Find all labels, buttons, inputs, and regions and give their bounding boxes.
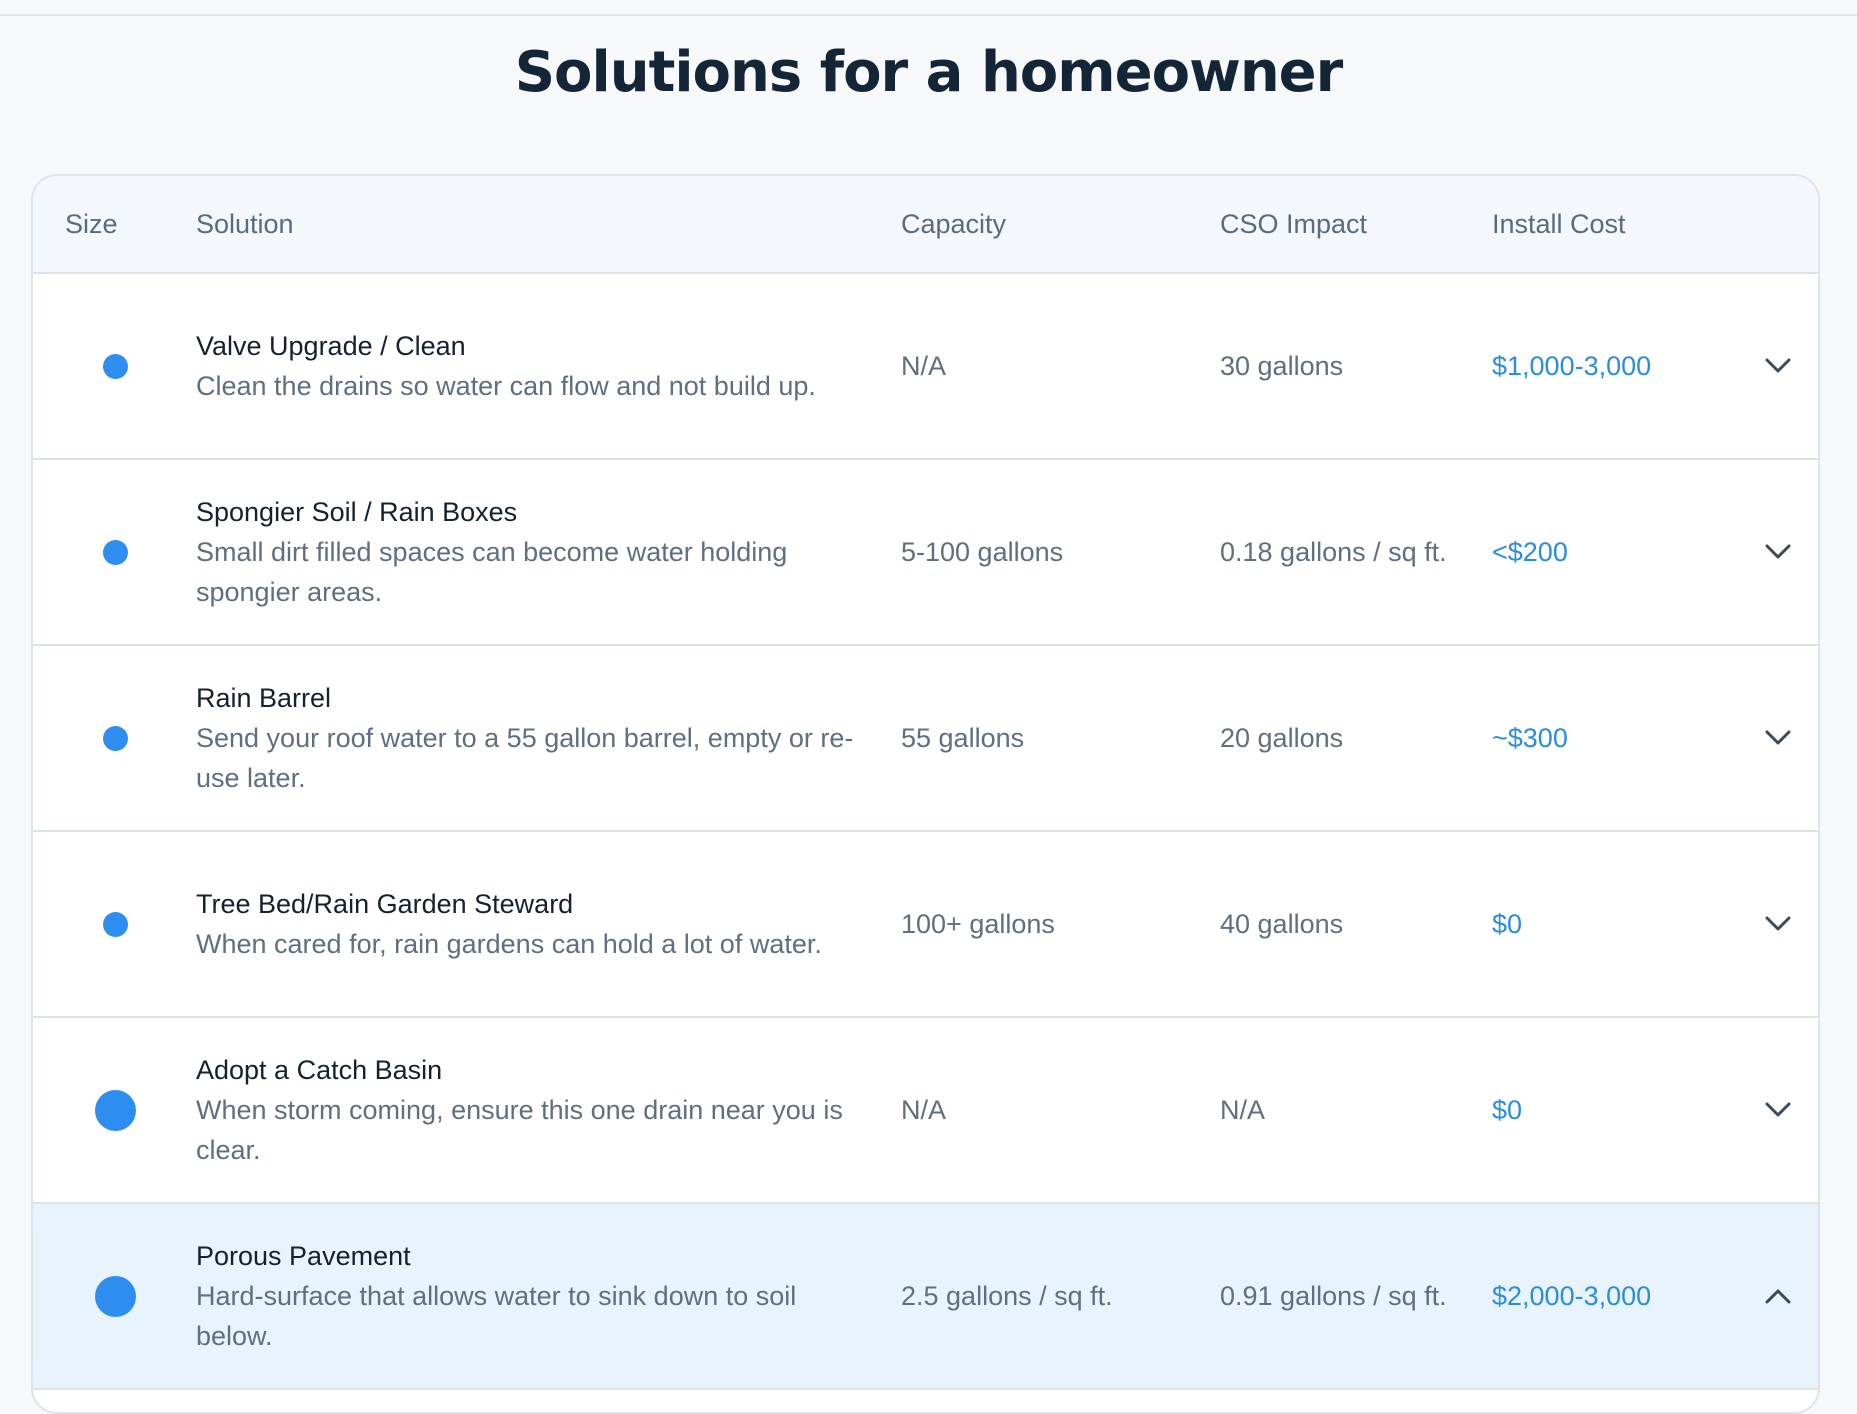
capacity-value: N/A: [901, 1095, 947, 1125]
top-divider: [0, 14, 1857, 16]
solutions-table: Size Solution Capacity CSO Impact Instal…: [31, 174, 1820, 1414]
install-cost-value: $0: [1492, 908, 1523, 939]
size-indicator-dot: [102, 353, 128, 379]
cso-impact-value: 0.18 gallons / sq ft.: [1220, 537, 1447, 567]
table-row[interactable]: Rain Barrel Send your roof water to a 55 …: [33, 646, 1818, 832]
table-body: Valve Upgrade / Clean Clean the drains so…: [33, 274, 1818, 1390]
header-size: Size: [65, 209, 118, 239]
size-cell: [33, 274, 163, 458]
chevron-down-icon: [1765, 1102, 1791, 1117]
solution-cell: Spongier Soil / Rain Boxes Small dirt fil…: [196, 460, 876, 644]
solution-name: Rain Barrel: [196, 683, 332, 713]
chevron-up-icon: [1765, 1289, 1791, 1304]
solution-description: When cared for, rain gardens can hold a …: [196, 929, 822, 959]
expand-row-button[interactable]: [1753, 646, 1803, 830]
collapse-row-button[interactable]: [1753, 1204, 1803, 1388]
cso-impact-value: N/A: [1220, 1095, 1266, 1125]
expand-row-button[interactable]: [1753, 460, 1803, 644]
table-row[interactable]: Spongier Soil / Rain Boxes Small dirt fil…: [33, 460, 1818, 646]
chevron-down-icon: [1765, 358, 1791, 373]
size-indicator-dot: [94, 1089, 136, 1131]
solution-description: When storm coming, ensure this one drain…: [196, 1095, 843, 1165]
cso-impact-value: 30 gallons: [1220, 351, 1344, 381]
size-cell: [33, 460, 163, 644]
solution-name: Tree Bed/Rain Garden Steward: [196, 889, 574, 919]
install-cost-value: $2,000-3,000: [1492, 1280, 1652, 1311]
solution-cell: Porous Pavement Hard-surface that allows …: [196, 1204, 876, 1388]
solution-name: Porous Pavement: [196, 1241, 411, 1271]
size-indicator-dot: [102, 911, 128, 937]
solution-description: Send your roof water to a 55 gallon barr…: [196, 723, 854, 793]
install-cost-value: $1,000-3,000: [1492, 350, 1652, 381]
size-indicator-dot: [102, 539, 128, 565]
header-capacity: Capacity: [901, 209, 1007, 239]
solution-name: Adopt a Catch Basin: [196, 1055, 443, 1085]
expand-row-button[interactable]: [1753, 274, 1803, 458]
capacity-value: 55 gallons: [901, 723, 1025, 753]
cso-impact-value: 0.91 gallons / sq ft.: [1220, 1281, 1447, 1311]
size-cell: [33, 1204, 163, 1388]
solution-name: Valve Upgrade / Clean: [196, 331, 466, 361]
install-cost-value: $0: [1492, 1094, 1523, 1125]
cso-impact-value: 20 gallons: [1220, 723, 1344, 753]
solution-description: Hard-surface that allows water to sink d…: [196, 1281, 797, 1351]
size-cell: [33, 646, 163, 830]
size-indicator-dot: [94, 1275, 136, 1317]
size-indicator-dot: [102, 725, 128, 751]
expand-row-button[interactable]: [1753, 1018, 1803, 1202]
cso-impact-value: 40 gallons: [1220, 909, 1344, 939]
header-solution: Solution: [196, 209, 294, 239]
solution-cell: Valve Upgrade / Clean Clean the drains so…: [196, 274, 876, 458]
table-row[interactable]: Tree Bed/Rain Garden Steward When cared f…: [33, 832, 1818, 1018]
solution-cell: Rain Barrel Send your roof water to a 55 …: [196, 646, 876, 830]
size-cell: [33, 1018, 163, 1202]
chevron-down-icon: [1765, 916, 1791, 931]
header-install-cost: Install Cost: [1492, 209, 1626, 239]
capacity-value: 5-100 gallons: [901, 537, 1064, 567]
capacity-value: 100+ gallons: [901, 909, 1055, 939]
expand-row-button[interactable]: [1753, 832, 1803, 1016]
solution-description: Clean the drains so water can flow and n…: [196, 371, 816, 401]
install-cost-value: ~$300: [1492, 722, 1568, 753]
solution-name: Spongier Soil / Rain Boxes: [196, 497, 518, 527]
solution-cell: Tree Bed/Rain Garden Steward When cared f…: [196, 832, 876, 1016]
table-row[interactable]: Porous Pavement Hard-surface that allows …: [33, 1204, 1818, 1390]
install-cost-value: <$200: [1492, 536, 1568, 567]
chevron-down-icon: [1765, 730, 1791, 745]
capacity-value: 2.5 gallons / sq ft.: [901, 1281, 1113, 1311]
header-cso-impact: CSO Impact: [1220, 209, 1368, 239]
size-cell: [33, 832, 163, 1016]
capacity-value: N/A: [901, 351, 947, 381]
chevron-down-icon: [1765, 544, 1791, 559]
solution-cell: Adopt a Catch Basin When storm coming, en…: [196, 1018, 876, 1202]
table-row[interactable]: Valve Upgrade / Clean Clean the drains so…: [33, 274, 1818, 460]
solution-description: Small dirt filled spaces can become wate…: [196, 537, 788, 607]
table-header-row: Size Solution Capacity CSO Impact Instal…: [33, 176, 1818, 274]
table-row[interactable]: Adopt a Catch Basin When storm coming, en…: [33, 1018, 1818, 1204]
page-title: Solutions for a homeowner: [514, 40, 1344, 105]
